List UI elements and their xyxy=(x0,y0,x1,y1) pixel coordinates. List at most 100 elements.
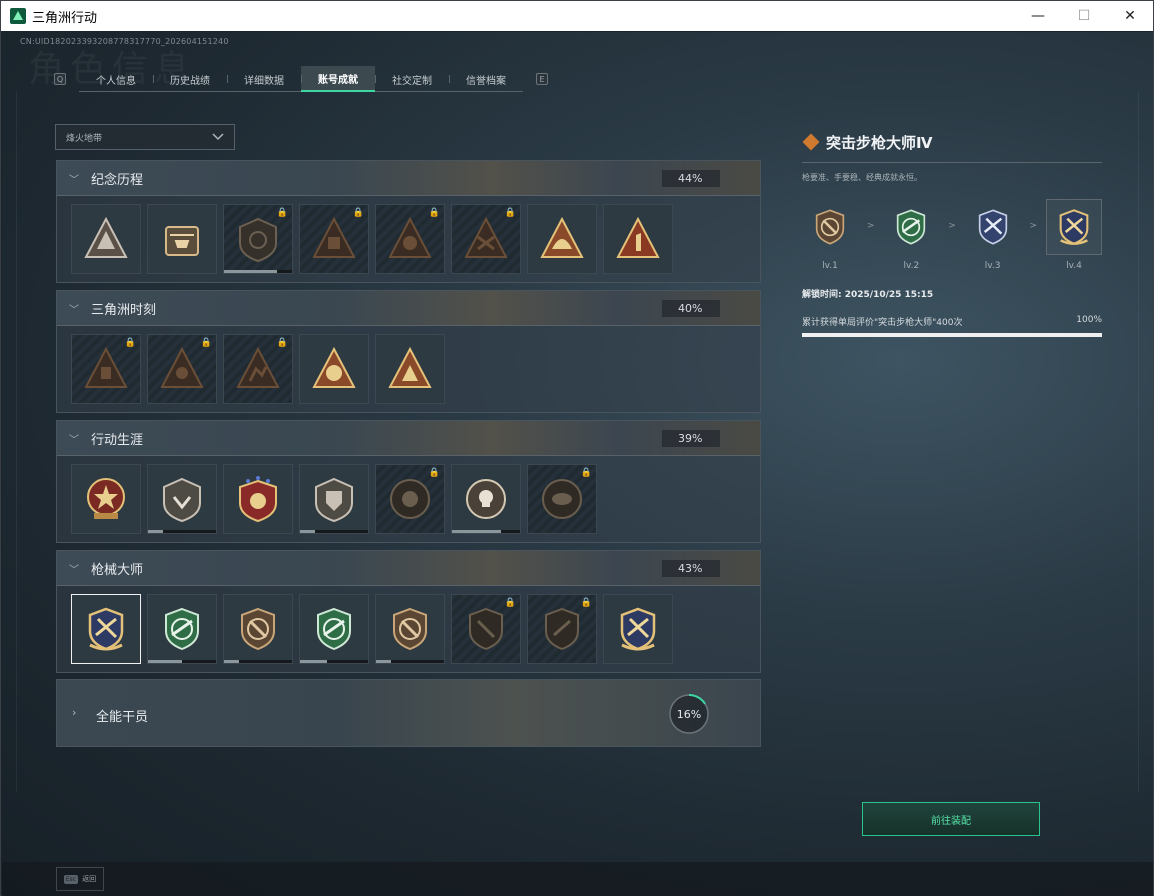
achievement-badge[interactable] xyxy=(527,204,597,274)
section-header[interactable]: ﹀ 三角洲时刻 40% xyxy=(57,291,760,326)
achievement-badge[interactable] xyxy=(147,594,217,664)
section-memorial: ﹀ 纪念历程 44% 🔒 🔒 🔒 🔒 xyxy=(56,160,761,283)
rifle-bronze-emblem-icon xyxy=(241,607,275,651)
achievement-badge[interactable] xyxy=(299,334,369,404)
triangle-emblem-icon xyxy=(236,346,280,388)
back-label: 返回 xyxy=(82,875,97,883)
detail-title: 突击步枪大师Ⅳ xyxy=(826,133,933,152)
achievement-badge-selected[interactable] xyxy=(71,594,141,664)
achievement-badge[interactable] xyxy=(451,464,521,534)
rifle-blue-emblem-icon xyxy=(978,209,1007,245)
section-name: 行动生涯 xyxy=(91,432,144,448)
achievement-badge[interactable] xyxy=(223,464,293,534)
achievement-badge[interactable] xyxy=(147,464,217,534)
achievement-badge[interactable] xyxy=(603,594,673,664)
level-4-selected[interactable]: lv.4 xyxy=(1045,199,1102,271)
progress-bar xyxy=(802,333,1102,337)
tab-personal-info[interactable]: 个人信息 xyxy=(79,66,153,92)
rifle-bronze-emblem-icon xyxy=(393,607,427,651)
lock-icon: 🔒 xyxy=(200,338,212,348)
round-emblem-icon xyxy=(390,479,430,519)
go-equip-button[interactable]: 前往装配 xyxy=(862,802,1040,836)
section-percent: 44% xyxy=(662,170,720,187)
achievement-badge[interactable]: 🔒 xyxy=(71,334,141,404)
section-name: 纪念历程 xyxy=(91,172,144,188)
achievement-badge[interactable] xyxy=(147,204,217,274)
achievement-badge[interactable] xyxy=(299,594,369,664)
achievement-badge[interactable] xyxy=(71,464,141,534)
shield-emblem-icon xyxy=(315,477,353,523)
next-tab-key[interactable]: E xyxy=(536,73,548,85)
mode-dropdown[interactable]: 烽火地带 xyxy=(55,124,235,150)
footer-bar xyxy=(2,862,1153,896)
achievement-badge[interactable] xyxy=(71,204,141,274)
arrow-right-icon: > xyxy=(1029,221,1038,231)
section-header[interactable]: ﹀ 枪械大师 43% xyxy=(57,551,760,586)
tab-match-history[interactable]: 历史战绩 xyxy=(153,66,227,92)
lock-icon: 🔒 xyxy=(124,338,136,348)
level-3[interactable]: lv.3 xyxy=(965,199,1021,271)
achievement-badge[interactable] xyxy=(375,334,445,404)
section-name: 三角洲时刻 xyxy=(91,302,157,318)
achievement-badge[interactable]: 🔒 xyxy=(223,334,293,404)
achievement-badge[interactable]: 🔒 xyxy=(527,464,597,534)
triangle-emblem-icon xyxy=(388,216,432,258)
tab-achievements[interactable]: 账号成就 xyxy=(301,66,375,92)
triangle-emblem-icon xyxy=(84,216,128,258)
level-label: lv.2 xyxy=(903,261,920,271)
achievement-badge[interactable]: 🔒 xyxy=(299,204,369,274)
back-button[interactable]: Esc 返回 xyxy=(56,867,104,891)
rifle-gold-emblem-icon xyxy=(88,607,124,651)
triangle-emblem-icon xyxy=(464,216,508,258)
prev-tab-key[interactable]: Q xyxy=(54,73,66,85)
app-window: 三角洲行动 — ☐ ✕ 角色信息 CN:UID18202339320877831… xyxy=(0,0,1154,896)
achievement-badge[interactable]: 🔒 xyxy=(147,334,217,404)
achievement-badge[interactable]: 🔒 xyxy=(451,204,521,274)
section-weapon-master: ﹀ 枪械大师 43% 🔒 🔒 xyxy=(56,550,761,673)
achievement-badge[interactable]: 🔒 xyxy=(223,204,293,274)
round-emblem-icon xyxy=(542,479,582,519)
achievement-badge[interactable] xyxy=(299,464,369,534)
lock-icon: 🔒 xyxy=(428,468,440,478)
arrow-right-icon: > xyxy=(866,221,875,231)
rifle-emblem-icon xyxy=(469,607,503,651)
achievement-badge[interactable]: 🔒 xyxy=(451,594,521,664)
chevron-down-icon: ﹀ xyxy=(69,564,79,576)
tab-credit[interactable]: 信誉档案 xyxy=(449,66,523,92)
rifle-green-emblem-icon xyxy=(165,607,199,651)
minimize-button[interactable]: — xyxy=(1015,1,1061,31)
achievement-badge[interactable] xyxy=(603,204,673,274)
triangle-emblem-icon xyxy=(312,216,356,258)
section-header[interactable]: ﹀ 行动生涯 39% xyxy=(57,421,760,456)
shield-emblem-icon xyxy=(239,476,277,523)
section-all-round-operator[interactable]: › 全能干员 16% xyxy=(56,679,761,747)
tab-detailed-data[interactable]: 详细数据 xyxy=(227,66,301,92)
level-label: lv.1 xyxy=(822,261,838,271)
level-label: lv.4 xyxy=(1066,261,1082,271)
chevron-down-icon: ﹀ xyxy=(69,174,79,186)
level-2[interactable]: lv.2 xyxy=(883,199,939,271)
level-1[interactable]: lv.1 xyxy=(802,199,858,271)
level-progression: lv.1 > lv.2 > lv.3 > lv.4 xyxy=(802,199,1102,271)
section-name: 全能干员 xyxy=(96,710,149,725)
section-header[interactable]: ﹀ 纪念历程 44% xyxy=(57,161,760,196)
unlock-time: 解锁时间: 2025/10/25 15:15 xyxy=(802,290,934,300)
rifle-green-emblem-icon xyxy=(317,607,351,651)
lock-icon: 🔒 xyxy=(504,598,516,608)
chevron-down-icon xyxy=(212,133,224,141)
close-button[interactable]: ✕ xyxy=(1107,1,1153,31)
lock-icon: 🔒 xyxy=(276,208,288,218)
chevron-right-icon: › xyxy=(72,706,77,719)
achievement-badge[interactable]: 🔒 xyxy=(375,204,445,274)
lock-icon: 🔒 xyxy=(580,598,592,608)
progress-ring: 16% xyxy=(667,692,711,736)
tab-social[interactable]: 社交定制 xyxy=(375,66,449,92)
achievement-badge[interactable] xyxy=(375,594,445,664)
lock-icon: 🔒 xyxy=(276,338,288,348)
achievement-badge[interactable] xyxy=(223,594,293,664)
achievement-badge[interactable]: 🔒 xyxy=(375,464,445,534)
triangle-emblem-icon xyxy=(540,216,584,258)
maximize-button[interactable]: ☐ xyxy=(1061,1,1107,31)
title-bar: 三角洲行动 — ☐ ✕ xyxy=(1,1,1153,31)
achievement-badge[interactable]: 🔒 xyxy=(527,594,597,664)
